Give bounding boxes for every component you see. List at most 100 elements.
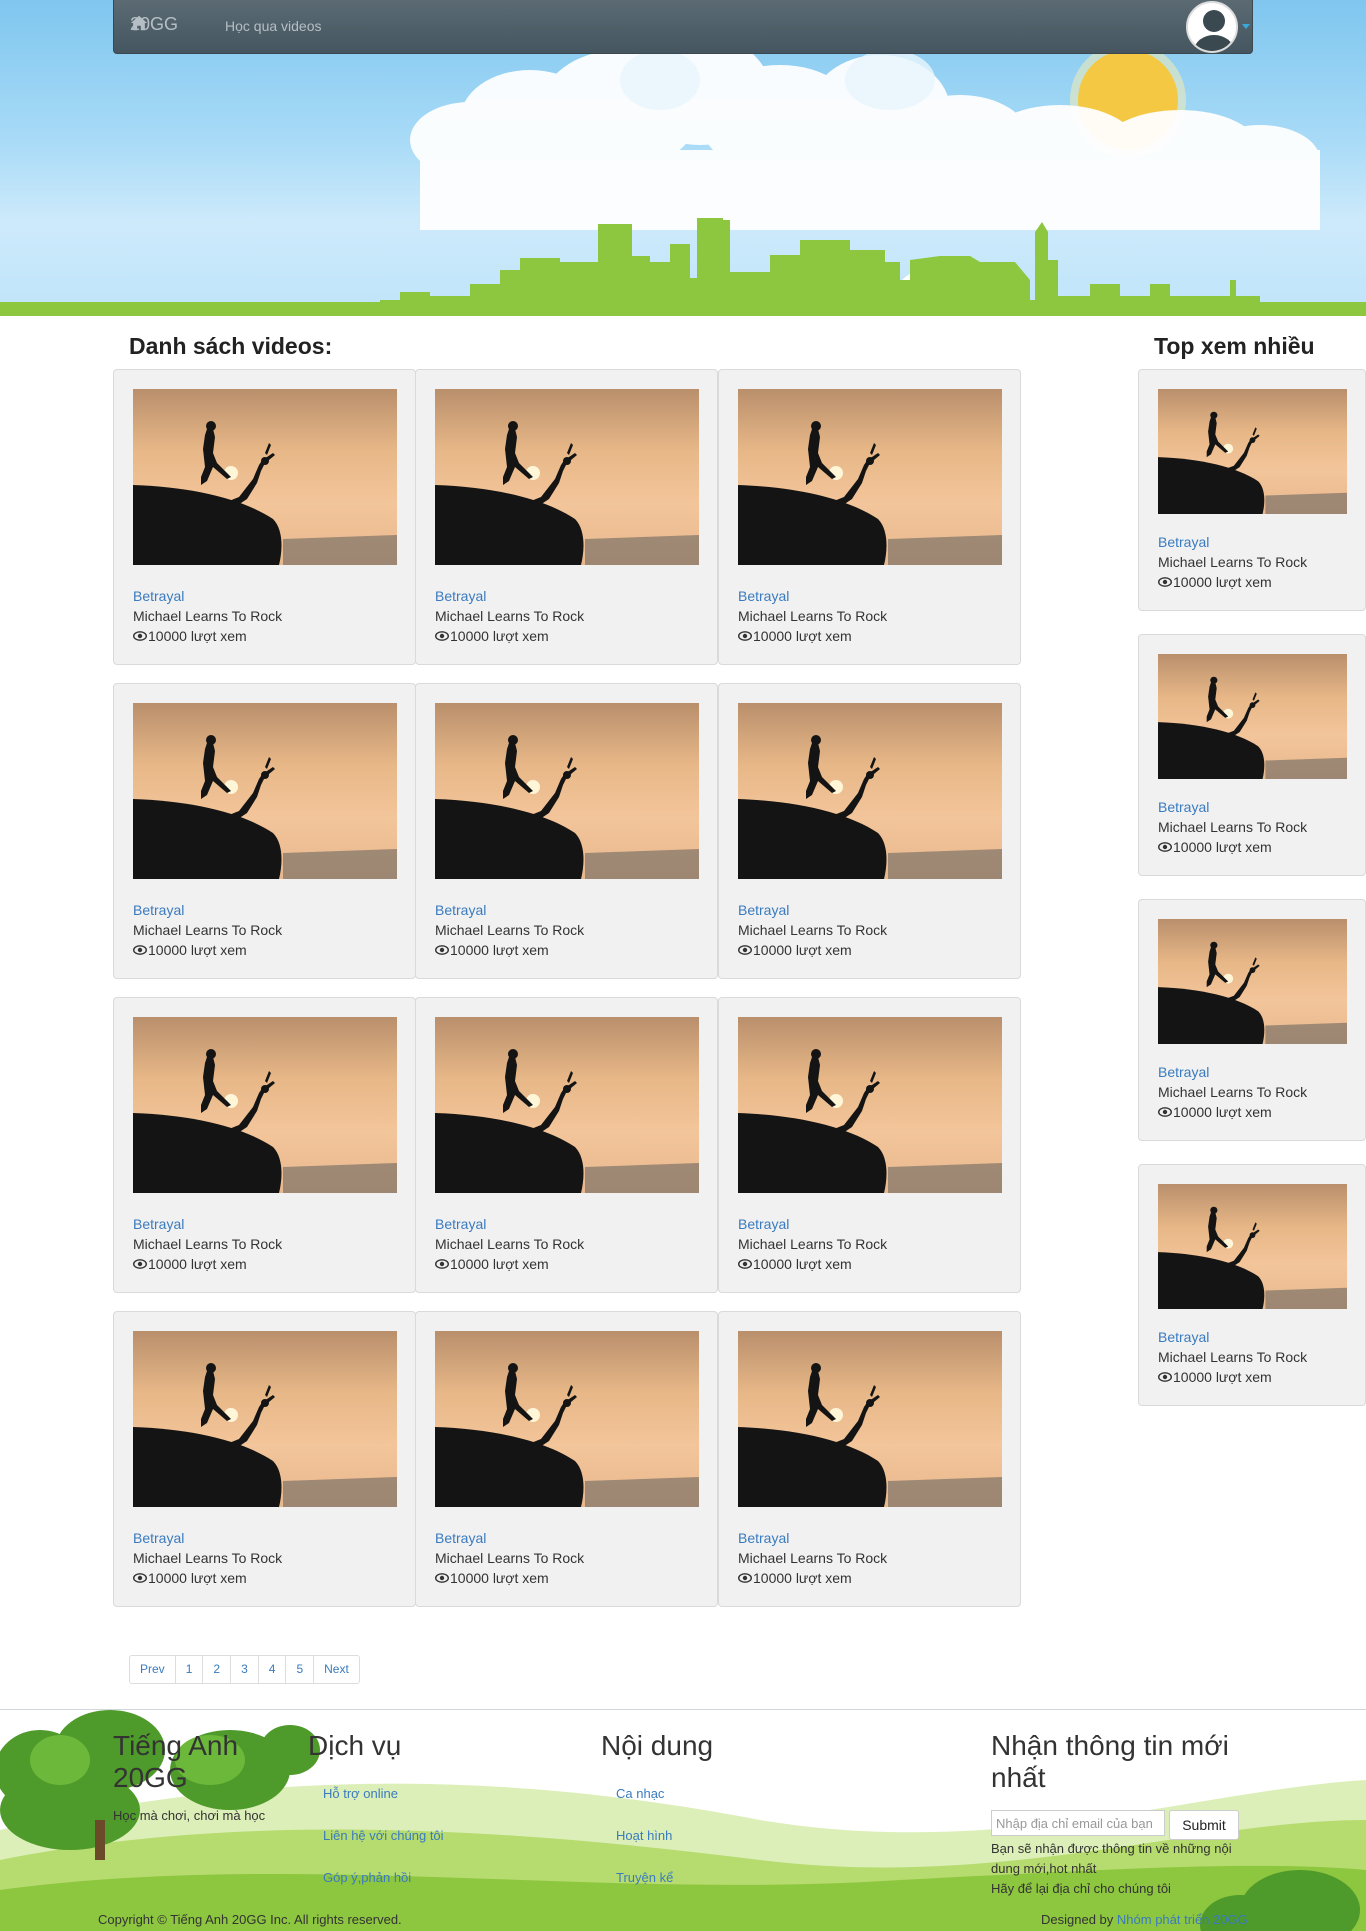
video-thumbnail[interactable] — [1158, 1184, 1347, 1309]
video-title-link[interactable]: Betrayal — [435, 588, 486, 604]
video-thumbnail[interactable] — [133, 1331, 397, 1507]
video-thumbnail[interactable] — [435, 1331, 699, 1507]
brand-link[interactable]: 20GG — [130, 14, 178, 35]
chevron-down-icon[interactable] — [1242, 24, 1250, 29]
copyright-text: Copyright © Tiếng Anh 20GG Inc. All righ… — [98, 1912, 402, 1927]
pagination-next[interactable]: Next — [313, 1655, 360, 1684]
video-thumbnail-image — [133, 1331, 397, 1507]
video-views-label: 10000 lượt xem — [450, 628, 549, 644]
video-views: 10000 lượt xem — [435, 628, 549, 644]
video-thumbnail-image — [435, 1017, 699, 1193]
video-artist: Michael Learns To Rock — [133, 922, 283, 938]
video-card[interactable]: Betrayal Michael Learns To Rock 10000 lư… — [415, 1311, 718, 1607]
video-views-label: 10000 lượt xem — [1173, 1369, 1272, 1385]
newsletter-email-input[interactable] — [991, 1810, 1165, 1836]
video-title-link[interactable]: Betrayal — [1158, 1064, 1209, 1080]
footer-link-feedback[interactable]: Góp ý,phản hồi — [323, 1870, 411, 1885]
pagination-page[interactable]: 1 — [174, 1655, 204, 1684]
top-video-card[interactable]: Betrayal Michael Learns To Rock 10000 lư… — [1138, 369, 1366, 611]
video-title-link[interactable]: Betrayal — [738, 1216, 789, 1232]
footer-content-title: Nội dung — [601, 1730, 714, 1761]
video-card[interactable]: Betrayal Michael Learns To Rock 10000 lư… — [113, 997, 416, 1293]
video-title-link[interactable]: Betrayal — [133, 1530, 184, 1546]
video-views-label: 10000 lượt xem — [1173, 574, 1272, 590]
video-title-link[interactable]: Betrayal — [1158, 799, 1209, 815]
video-title-link[interactable]: Betrayal — [738, 902, 789, 918]
video-thumbnail[interactable] — [1158, 654, 1347, 779]
video-title-link[interactable]: Betrayal — [1158, 1329, 1209, 1345]
video-title-link[interactable]: Betrayal — [435, 1216, 486, 1232]
video-title-link[interactable]: Betrayal — [738, 588, 789, 604]
video-title-link[interactable]: Betrayal — [1158, 534, 1209, 550]
video-thumbnail[interactable] — [738, 389, 1002, 565]
eye-icon — [133, 631, 147, 641]
video-card[interactable]: Betrayal Michael Learns To Rock 10000 lư… — [113, 1311, 416, 1607]
video-card[interactable]: Betrayal Michael Learns To Rock 10000 lư… — [718, 369, 1021, 665]
footer-link-stories[interactable]: Truyện kể — [616, 1870, 673, 1885]
video-title-link[interactable]: Betrayal — [133, 902, 184, 918]
video-views-label: 10000 lượt xem — [148, 628, 247, 644]
video-thumbnail[interactable] — [133, 389, 397, 565]
pagination-prev[interactable]: Prev — [129, 1655, 176, 1684]
newsletter-note-2: Hãy để lại địa chỉ cho chúng tôi — [991, 1881, 1171, 1896]
footer-link-contact[interactable]: Liên hệ với chúng tôi — [323, 1828, 444, 1843]
footer-newsletter-title: Nhận thông tin mới nhất — [991, 1730, 1229, 1793]
video-thumbnail[interactable] — [1158, 919, 1347, 1044]
footer-link-cartoon[interactable]: Hoạt hình — [616, 1828, 672, 1843]
video-title-link[interactable]: Betrayal — [133, 1216, 184, 1232]
video-thumbnail[interactable] — [738, 703, 1002, 879]
video-views-label: 10000 lượt xem — [450, 1256, 549, 1272]
home-icon — [130, 15, 148, 31]
video-card[interactable]: Betrayal Michael Learns To Rock 10000 lư… — [415, 369, 718, 665]
video-title-link[interactable]: Betrayal — [435, 902, 486, 918]
eye-icon — [133, 945, 147, 955]
video-thumbnail[interactable] — [435, 1017, 699, 1193]
video-artist: Michael Learns To Rock — [1158, 819, 1308, 835]
video-thumbnail-image — [738, 389, 1002, 565]
eye-icon — [133, 1573, 147, 1583]
top-views-title: Top xem nhiều — [1154, 333, 1315, 359]
video-thumbnail-image — [738, 1331, 1002, 1507]
video-card[interactable]: Betrayal Michael Learns To Rock 10000 lư… — [718, 683, 1021, 979]
top-video-card[interactable]: Betrayal Michael Learns To Rock 10000 lư… — [1138, 899, 1366, 1141]
eye-icon — [1158, 577, 1172, 587]
top-video-card[interactable]: Betrayal Michael Learns To Rock 10000 lư… — [1138, 634, 1366, 876]
video-artist: Michael Learns To Rock — [1158, 1084, 1308, 1100]
video-views: 10000 lượt xem — [1158, 839, 1272, 855]
eye-icon — [133, 1259, 147, 1269]
video-thumbnail[interactable] — [738, 1331, 1002, 1507]
pagination-page[interactable]: 2 — [202, 1655, 232, 1684]
video-card[interactable]: Betrayal Michael Learns To Rock 10000 lư… — [415, 683, 718, 979]
video-views-label: 10000 lượt xem — [450, 942, 549, 958]
video-thumbnail[interactable] — [435, 703, 699, 879]
nav-link-videos[interactable]: Học qua videos — [225, 18, 322, 34]
video-card[interactable]: Betrayal Michael Learns To Rock 10000 lư… — [113, 683, 416, 979]
pagination-page[interactable]: 4 — [257, 1655, 287, 1684]
video-card[interactable]: Betrayal Michael Learns To Rock 10000 lư… — [718, 997, 1021, 1293]
footer-link-music[interactable]: Ca nhạc — [616, 1786, 664, 1801]
video-thumbnail-image — [738, 703, 1002, 879]
video-artist: Michael Learns To Rock — [133, 608, 283, 624]
pagination-page[interactable]: 5 — [285, 1655, 315, 1684]
eye-icon — [738, 945, 752, 955]
video-thumbnail[interactable] — [738, 1017, 1002, 1193]
video-artist: Michael Learns To Rock — [738, 922, 888, 938]
video-thumbnail-image — [1158, 389, 1347, 514]
avatar-icon[interactable] — [1186, 1, 1238, 53]
video-title-link[interactable]: Betrayal — [738, 1530, 789, 1546]
video-card[interactable]: Betrayal Michael Learns To Rock 10000 lư… — [718, 1311, 1021, 1607]
video-views: 10000 lượt xem — [133, 1570, 247, 1586]
video-card[interactable]: Betrayal Michael Learns To Rock 10000 lư… — [113, 369, 416, 665]
newsletter-submit-button[interactable]: Submit — [1169, 1810, 1239, 1840]
pagination-page[interactable]: 3 — [230, 1655, 259, 1684]
designer-link[interactable]: Nhóm phát triển 20GG — [1117, 1912, 1248, 1927]
video-thumbnail[interactable] — [133, 703, 397, 879]
top-video-card[interactable]: Betrayal Michael Learns To Rock 10000 lư… — [1138, 1164, 1366, 1406]
footer-link-support[interactable]: Hỗ trợ online — [323, 1786, 398, 1801]
video-thumbnail[interactable] — [435, 389, 699, 565]
video-thumbnail[interactable] — [133, 1017, 397, 1193]
video-title-link[interactable]: Betrayal — [435, 1530, 486, 1546]
video-title-link[interactable]: Betrayal — [133, 588, 184, 604]
video-thumbnail[interactable] — [1158, 389, 1347, 514]
video-card[interactable]: Betrayal Michael Learns To Rock 10000 lư… — [415, 997, 718, 1293]
